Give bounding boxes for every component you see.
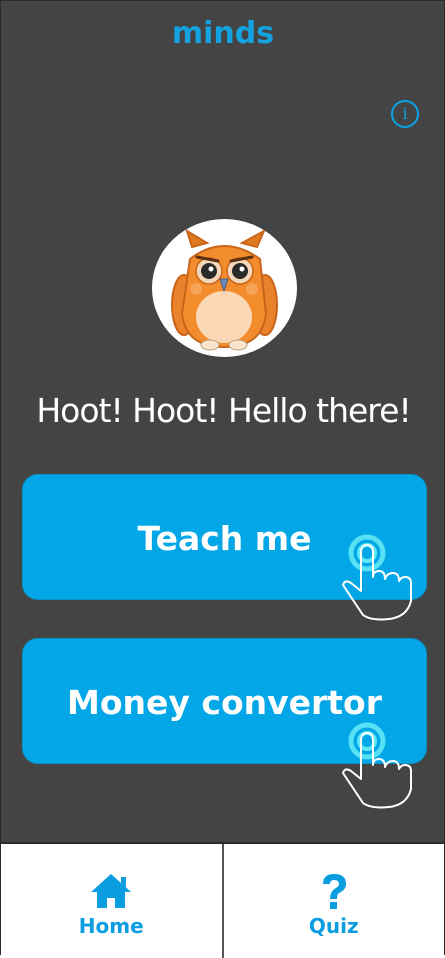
- money-convertor-label: Money convertor: [67, 683, 382, 722]
- home-icon: [91, 874, 132, 908]
- teach-me-label: Teach me: [137, 519, 312, 558]
- tap-hand-icon: [342, 722, 412, 809]
- nav-quiz-label: Quiz: [308, 914, 359, 938]
- app-screen: minds i Hoot! Hoot! Hello there! Teach m…: [0, 0, 445, 958]
- bottom-nav: Home Quiz: [1, 842, 444, 958]
- tap-hand-icon: [342, 534, 412, 621]
- info-icon: i: [402, 104, 408, 123]
- logo-image: minds: [171, 16, 273, 51]
- nav-quiz[interactable]: Quiz: [221, 844, 445, 958]
- logo-text: minds: [171, 16, 273, 49]
- minds-logo: minds: [1, 13, 444, 53]
- question-icon: [322, 874, 346, 909]
- nav-home-label: Home: [78, 914, 144, 938]
- owl-avatar: [152, 219, 297, 357]
- greeting-text: Hoot! Hoot! Hello there!: [36, 391, 411, 430]
- info-button[interactable]: i: [391, 100, 419, 128]
- owl-mascot: [171, 228, 278, 351]
- nav-home[interactable]: Home: [1, 844, 222, 958]
